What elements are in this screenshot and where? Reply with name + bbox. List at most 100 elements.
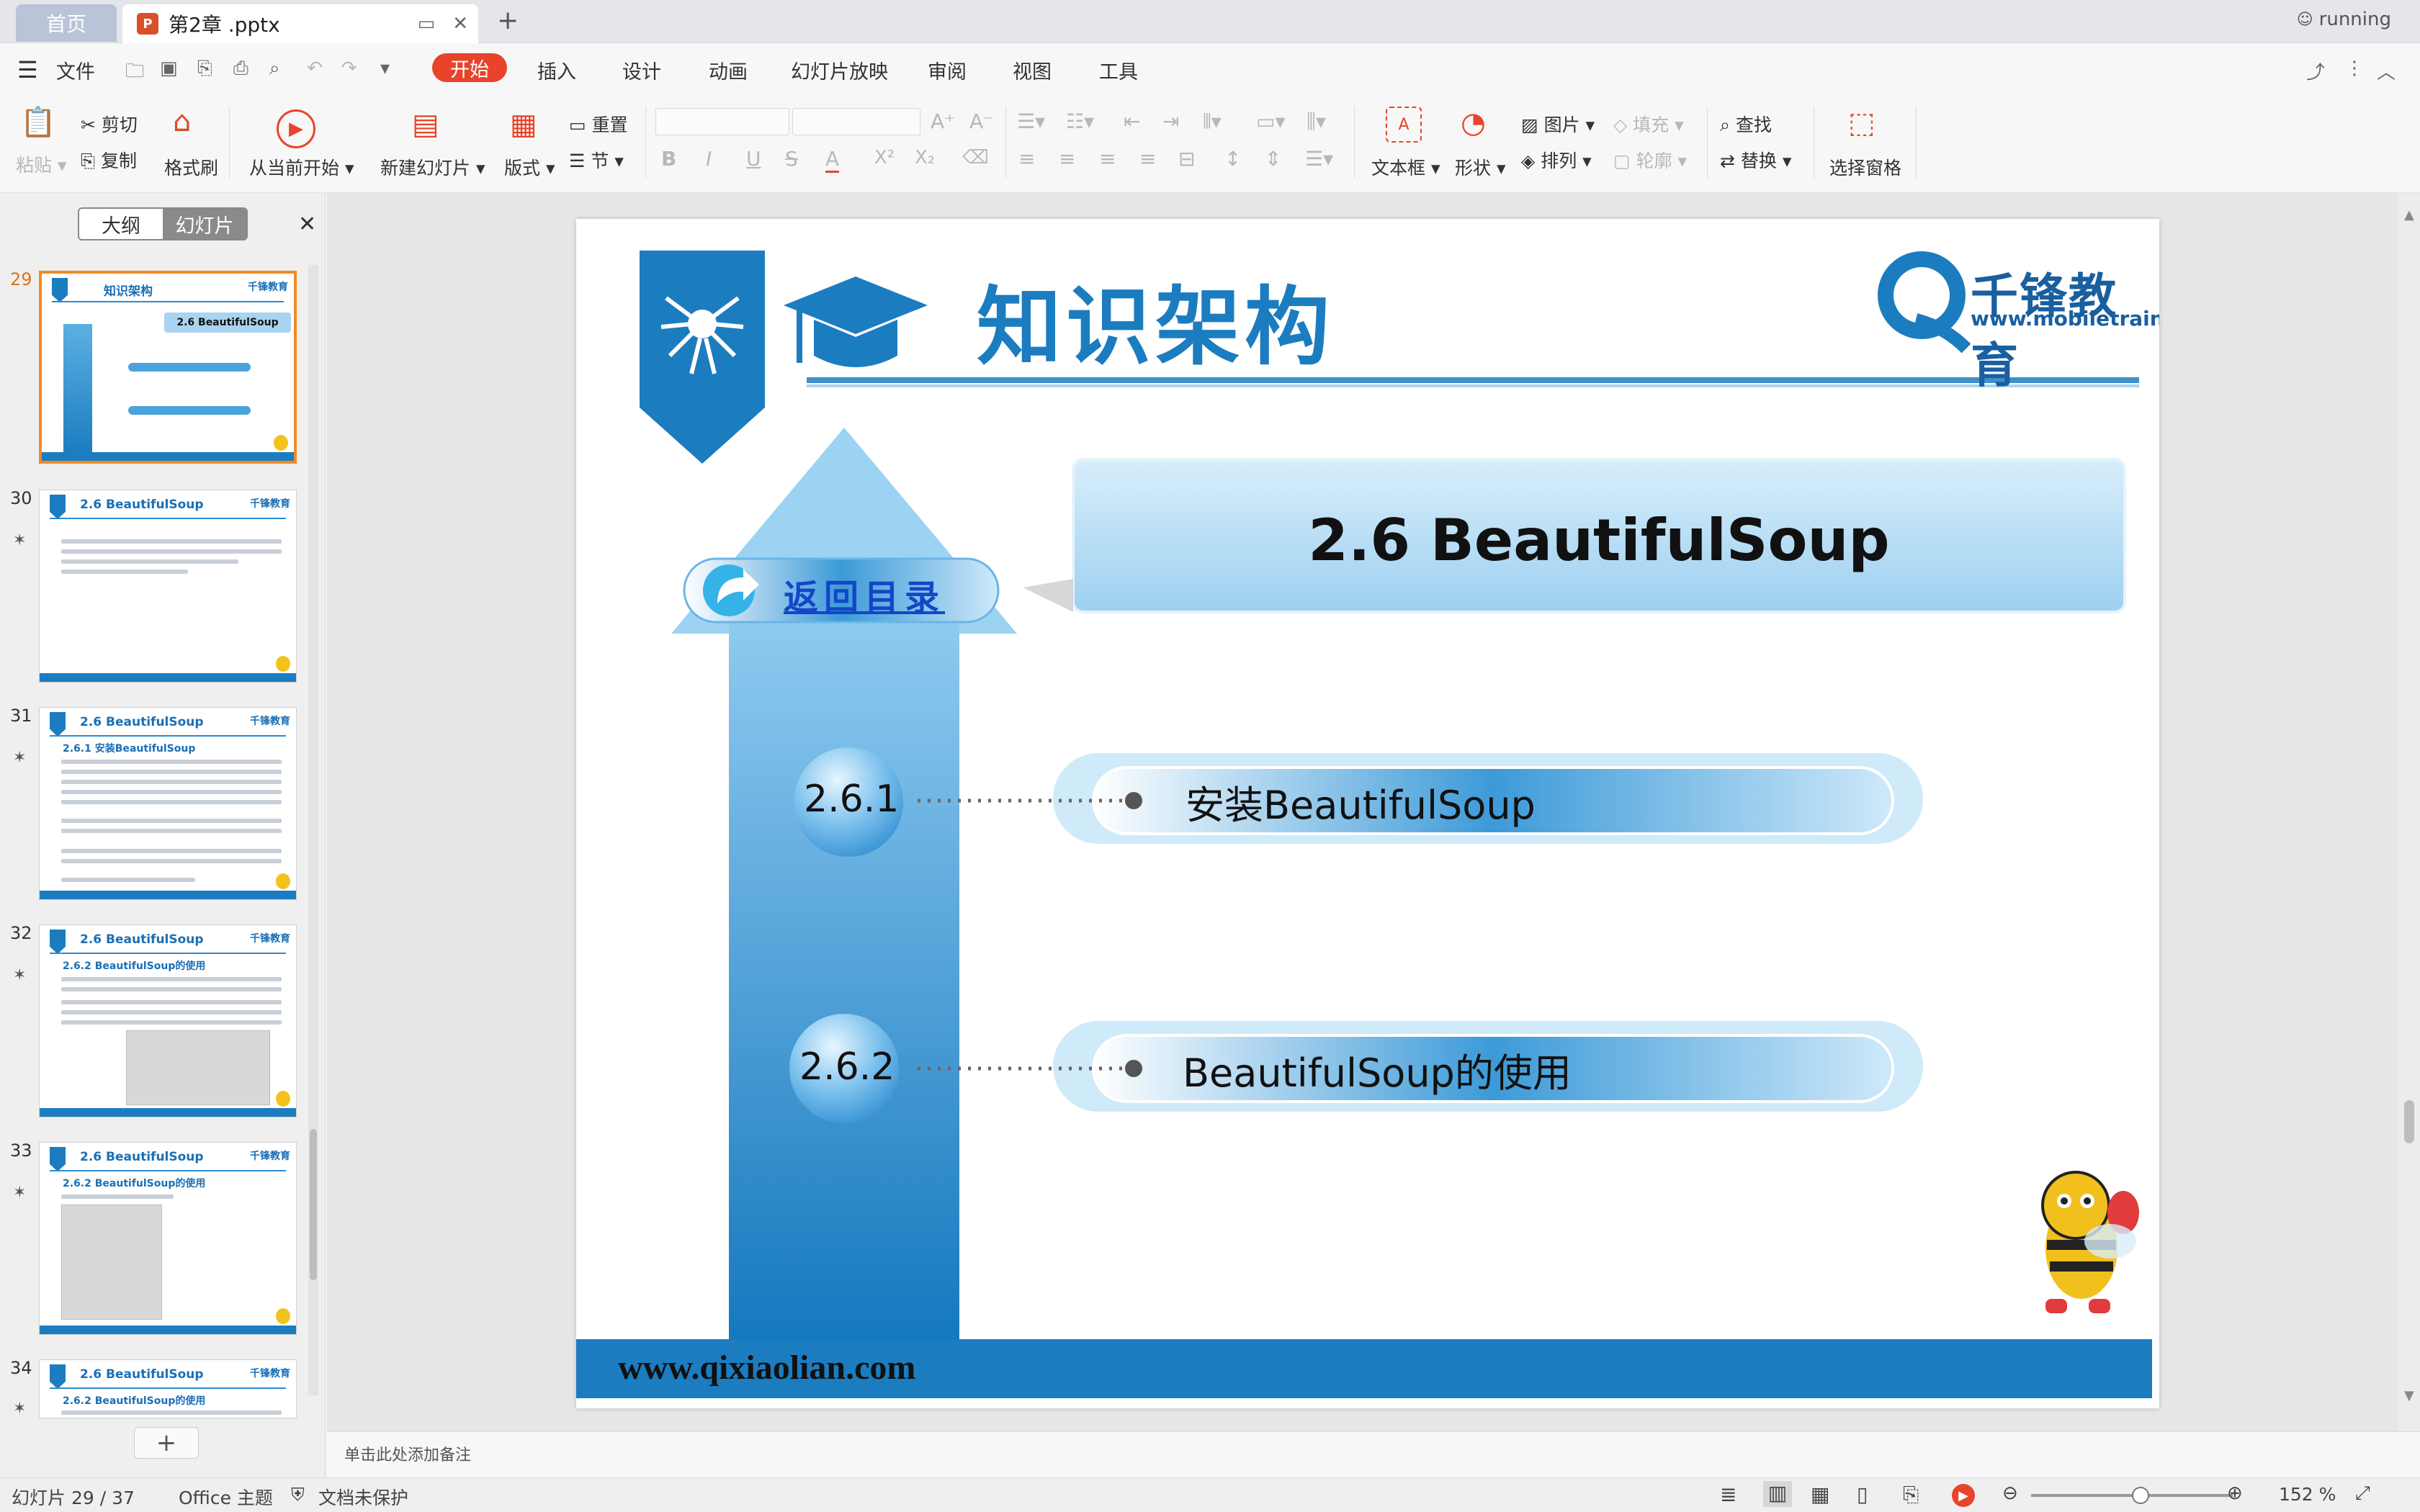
paste-icon[interactable]: 📋 [20, 105, 56, 139]
redo-icon[interactable]: ↷ [341, 58, 357, 79]
section-button[interactable]: ☰ 节 ▾ [569, 147, 624, 173]
bullets-button[interactable]: ☰▾ [1017, 109, 1045, 133]
shrink-font-button[interactable]: A⁻ [969, 109, 994, 133]
slide-thumbnail[interactable]: 2.6 BeautifulSoup 千锋教育 2.6.2 BeautifulSo… [39, 924, 297, 1117]
presenter-icon[interactable]: ⎘ [1903, 1482, 1919, 1507]
distribute-button[interactable]: ⊟ [1178, 147, 1195, 171]
text-direction-button[interactable]: ⫴▾ [1203, 109, 1222, 134]
outline-button[interactable]: ▢ 轮廓 ▾ [1613, 147, 1687, 173]
shape-button[interactable]: 形状 ▾ [1455, 154, 1506, 180]
fill-button[interactable]: ◇ 填充 ▾ [1613, 111, 1684, 137]
canvas-scrollbar[interactable]: ▲ ▼ [2398, 193, 2420, 1431]
grow-font-button[interactable]: A⁺ [931, 109, 955, 133]
collapse-ribbon-icon[interactable]: ︿ [2377, 58, 2396, 84]
zoom-level[interactable]: 152 % [2279, 1484, 2336, 1505]
format-painter-button[interactable]: 格式刷 [164, 154, 218, 180]
picture-button[interactable]: ▨ 图片 ▾ [1521, 111, 1595, 137]
menu-view[interactable]: 视图 [1013, 56, 1052, 84]
menu-tools[interactable]: 工具 [1099, 56, 1138, 84]
preview-icon[interactable]: ⌕ [269, 58, 280, 80]
hamburger-icon[interactable]: ☰ [17, 56, 38, 84]
font-color-button[interactable]: A [825, 147, 840, 173]
paste-button[interactable]: 粘贴 ▾ [16, 151, 67, 177]
align-left-button[interactable]: ≡ [1018, 147, 1035, 171]
reset-button[interactable]: ▭ 重置 [569, 111, 628, 137]
share-icon[interactable]: ⤴ [2306, 58, 2325, 84]
cut-button[interactable]: ✂ 剪切 [81, 111, 138, 137]
back-to-toc-link[interactable]: 返回目录 [784, 569, 945, 619]
tab-document[interactable]: P 第2章 .pptx ▭ ✕ [122, 4, 478, 43]
zoom-slider[interactable] [2031, 1487, 2233, 1504]
close-pane-icon[interactable]: ✕ [298, 212, 316, 237]
slide-thumbnail[interactable]: 2.6 BeautifulSoup 千锋教育 2.6.2 BeautifulSo… [39, 1359, 297, 1418]
italic-button[interactable]: I [706, 147, 712, 171]
align-text-button[interactable]: ▭▾ [1256, 109, 1286, 133]
underline-button[interactable]: U [746, 147, 761, 171]
fit-window-icon[interactable]: ⤢ [2355, 1482, 2370, 1505]
slide[interactable]: 知识架构 千锋教育 www.mobiletrain.org 返回目录 2.6 B… [576, 219, 2159, 1408]
add-slide-button[interactable]: + [134, 1427, 199, 1459]
font-name-field[interactable] [655, 108, 789, 135]
normal-view-icon[interactable]: ▥ [1763, 1481, 1792, 1507]
numbering-button[interactable]: ☷▾ [1066, 109, 1094, 133]
close-icon[interactable]: ✕ [452, 13, 468, 35]
font-size-field[interactable] [792, 108, 920, 135]
new-slide-button[interactable]: 新建幻灯片 ▾ [380, 154, 485, 180]
line-spacing-button[interactable]: ↕ [1224, 147, 1241, 171]
paragraph-spacing-button[interactable]: ⇕ [1265, 147, 1281, 171]
columns-button[interactable]: ⫼▾ [1307, 109, 1326, 134]
tab-home[interactable]: 首页 [16, 4, 117, 42]
bold-button[interactable]: B [661, 147, 676, 171]
new-tab-button[interactable]: + [497, 6, 519, 35]
superscript-button[interactable]: X² [874, 147, 895, 168]
undo-icon[interactable]: ↶ [307, 58, 323, 79]
justify-button[interactable]: ≡ [1139, 147, 1156, 171]
arrange-button[interactable]: ◈ 排列 ▾ [1521, 147, 1592, 173]
play-from-current-button[interactable]: 从当前开始 ▾ [249, 154, 354, 180]
slide-thumbnail[interactable]: 2.6 BeautifulSoup 千锋教育 [39, 490, 297, 683]
menu-design[interactable]: 设计 [622, 56, 661, 84]
increase-indent-button[interactable]: ⇥ [1162, 109, 1179, 133]
align-center-button[interactable]: ≡ [1059, 147, 1075, 171]
export-icon[interactable]: ⎘ [197, 58, 212, 80]
print-icon[interactable]: ⎙ [233, 58, 248, 80]
menu-insert[interactable]: 插入 [537, 56, 576, 84]
slide-thumbnail[interactable]: 知识架构 千锋教育 2.6 BeautifulSoup [39, 271, 297, 464]
reading-view-icon[interactable]: ▯ [1857, 1482, 1868, 1506]
tab-outline[interactable]: 大纲 [79, 209, 163, 239]
slide-thumbnail[interactable]: 2.6 BeautifulSoup 千锋教育 2.6.2 BeautifulSo… [39, 1142, 297, 1335]
theme-name[interactable]: Office 主题 [179, 1484, 273, 1510]
menu-animation[interactable]: 动画 [709, 56, 748, 84]
subscript-button[interactable]: X₂ [915, 147, 935, 168]
pane-scrollbar[interactable] [308, 265, 318, 1395]
replace-button[interactable]: ⇄ 替换 ▾ [1720, 147, 1791, 173]
slide-sorter-icon[interactable]: ▦ [1811, 1482, 1829, 1506]
decrease-indent-button[interactable]: ⇤ [1124, 109, 1140, 133]
align-right-button[interactable]: ≡ [1099, 147, 1116, 171]
doc-protection[interactable]: 文档未保护 [318, 1484, 408, 1510]
more-icon[interactable]: ⋮ [2345, 58, 2364, 79]
slide-thumbnail[interactable]: 2.6 BeautifulSoup 千锋教育 2.6.1 安装Beautiful… [39, 707, 297, 900]
find-button[interactable]: ⌕ 查找 [1720, 111, 1772, 137]
menu-slideshow[interactable]: 幻灯片放映 [791, 56, 888, 84]
tab-slides[interactable]: 幻灯片 [163, 209, 246, 239]
menu-file[interactable]: 文件 [56, 56, 95, 84]
selection-pane-button[interactable]: 选择窗格 [1829, 154, 1901, 180]
graduation-cap-icon [784, 276, 928, 367]
notes-toggle-icon[interactable]: ≣ [1720, 1482, 1736, 1506]
zoom-in-icon[interactable]: ⊕ [2227, 1482, 2243, 1504]
layout-button[interactable]: 版式 ▾ [504, 154, 555, 180]
customize-icon[interactable]: ▾ [380, 58, 390, 79]
clear-format-icon[interactable]: ⌫ [962, 147, 989, 168]
menu-review[interactable]: 审阅 [928, 56, 967, 84]
copy-button[interactable]: ⎘ 复制 [81, 147, 137, 173]
save-icon[interactable]: ▣ [160, 58, 178, 79]
para-settings-button[interactable]: ☰▾ [1305, 147, 1333, 171]
zoom-out-icon[interactable]: ⊖ [2002, 1482, 2018, 1504]
open-icon[interactable]: 🗀 [125, 58, 144, 89]
menu-start[interactable]: 开始 [432, 53, 507, 82]
strikethrough-button[interactable]: S [785, 147, 798, 171]
play-slideshow-icon[interactable]: ▶ [1952, 1484, 1975, 1507]
monitor-icon[interactable]: ▭ [418, 13, 436, 35]
textbox-button[interactable]: 文本框 ▾ [1371, 154, 1440, 180]
